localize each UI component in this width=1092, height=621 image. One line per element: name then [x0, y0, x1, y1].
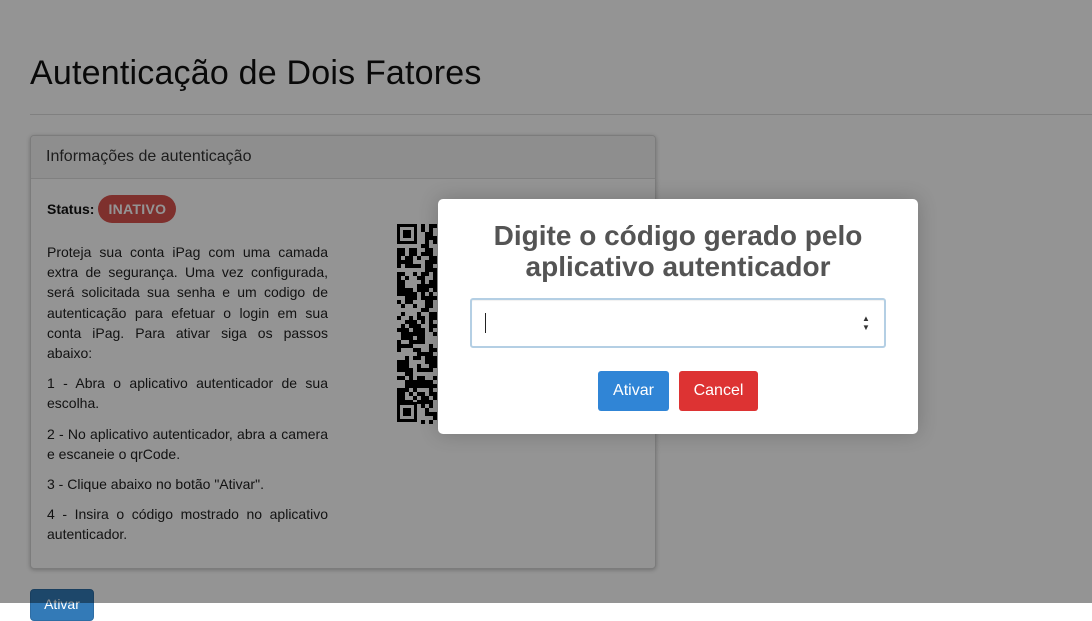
spinner-up-icon[interactable]: ▲ — [860, 314, 872, 323]
text-caret — [485, 313, 486, 333]
code-input-wrapper[interactable]: ▲ ▼ — [470, 298, 886, 348]
code-dialog: Digite o código gerado pelo aplicativo a… — [438, 199, 918, 434]
code-input[interactable] — [472, 300, 866, 346]
number-spinner[interactable]: ▲ ▼ — [860, 314, 872, 332]
confirm-button[interactable]: Ativar — [598, 371, 669, 411]
spinner-down-icon[interactable]: ▼ — [860, 323, 872, 332]
dialog-actions: Ativar Cancel — [438, 371, 918, 411]
dialog-title: Digite o código gerado pelo aplicativo a… — [493, 220, 863, 282]
cancel-button[interactable]: Cancel — [679, 371, 758, 411]
